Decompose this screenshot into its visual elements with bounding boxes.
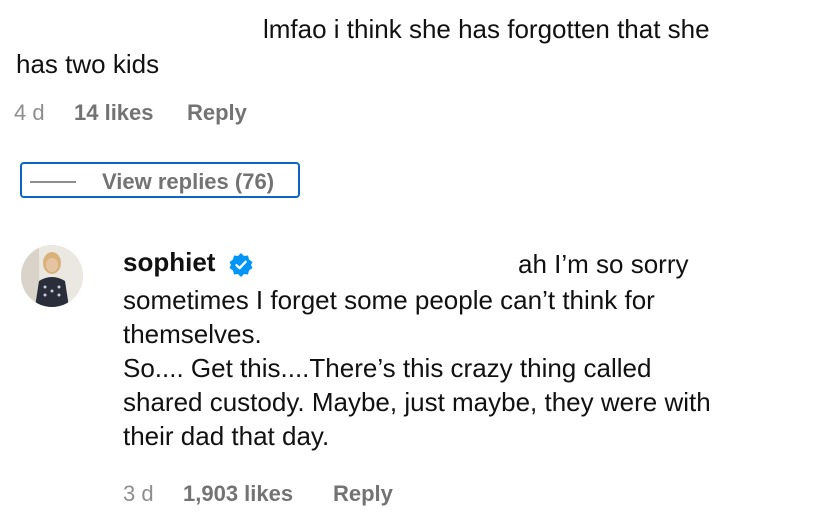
comment-2-line: sometimes I forget some people can’t thi… (123, 285, 655, 315)
comment-2-line: themselves. (123, 319, 262, 349)
view-replies-label: View replies (76) (102, 169, 275, 194)
avatar[interactable] (21, 245, 83, 307)
comment-2-time: 3 d (123, 481, 154, 506)
comment-2-line: their dad that day. (123, 421, 330, 451)
verified-badge-icon (228, 252, 254, 278)
comment-text-line-2: has two kids (16, 49, 160, 79)
comment-text-line-1: lmfao i think she has forgotten that she (263, 14, 710, 44)
comment-2-lead-text: ah I’m so sorry (518, 249, 689, 279)
comment-2-username[interactable]: sophiet (123, 247, 215, 278)
comment-2-body: sometimes I forget some people can’t thi… (123, 283, 803, 453)
replies-divider-line (30, 181, 76, 183)
comment-2-line: shared custody. Maybe, just maybe, they … (123, 387, 711, 417)
comment-2-line: So.... Get this....There’s this crazy th… (123, 353, 652, 383)
view-replies-button[interactable]: View replies (76) (20, 162, 300, 198)
comment-2-reply-button[interactable]: Reply (333, 481, 393, 507)
comment-2-likes[interactable]: 1,903 likes (183, 481, 293, 507)
comment-1-likes[interactable]: 14 likes (74, 100, 154, 126)
avatar-image (21, 245, 83, 307)
comment-1-time: 4 d (14, 100, 45, 125)
comment-1-reply-button[interactable]: Reply (187, 100, 247, 126)
